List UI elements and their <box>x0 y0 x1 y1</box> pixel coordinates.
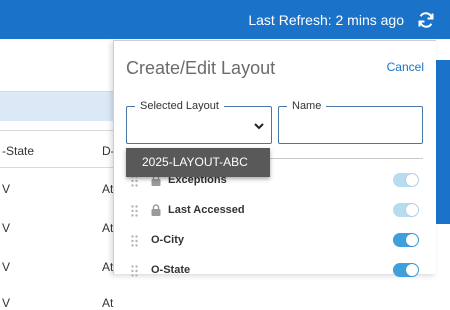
selected-layout-select[interactable]: Selected Layout <box>126 100 272 144</box>
background-scroll-edge <box>435 60 450 224</box>
name-label: Name <box>287 100 327 112</box>
table-cell: At <box>102 221 114 235</box>
lock-icon <box>151 203 161 216</box>
toggle-knob <box>406 234 418 246</box>
field-row-o-city: O-City <box>114 225 436 255</box>
visibility-toggle[interactable] <box>393 233 419 247</box>
table-cell: At <box>102 260 114 274</box>
last-refresh-text: Last Refresh: 2 mins ago <box>248 12 404 28</box>
toggle-knob <box>406 174 418 186</box>
field-label: O-State <box>151 264 191 276</box>
table-cell: V <box>2 182 11 196</box>
table-cell: At <box>102 182 114 196</box>
field-label: O-City <box>151 234 184 246</box>
cancel-button[interactable]: Cancel <box>387 60 424 74</box>
table-cell: V <box>2 296 11 310</box>
drag-handle-icon[interactable] <box>131 204 138 217</box>
top-header-bar: Last Refresh: 2 mins ago <box>0 0 450 39</box>
field-row-o-state: O-State <box>114 255 436 285</box>
field-row-last-accessed: Last Accessed <box>114 195 436 225</box>
visibility-toggle[interactable] <box>393 203 419 217</box>
column-header-state[interactable]: -State <box>2 144 34 158</box>
create-edit-layout-panel: Create/Edit Layout Cancel Selected Layou… <box>113 40 436 277</box>
chevron-down-icon[interactable] <box>253 119 265 131</box>
panel-title: Create/Edit Layout <box>126 58 276 78</box>
visibility-toggle[interactable] <box>393 263 419 277</box>
refresh-icon[interactable] <box>416 10 436 30</box>
toggle-knob <box>406 264 418 276</box>
field-label: Last Accessed <box>168 204 245 216</box>
table-cell: V <box>2 260 11 274</box>
toggle-knob <box>406 204 418 216</box>
name-field[interactable]: Name <box>278 100 423 144</box>
table-cell: V <box>2 221 11 235</box>
visibility-toggle[interactable] <box>393 173 419 187</box>
table-cell: At <box>102 296 114 310</box>
drag-handle-icon[interactable] <box>131 234 138 247</box>
selected-layout-label: Selected Layout <box>135 100 224 112</box>
drag-handle-icon[interactable] <box>131 264 138 277</box>
layout-option-2025-layout-abc[interactable]: 2025-LAYOUT-ABC <box>126 148 270 177</box>
